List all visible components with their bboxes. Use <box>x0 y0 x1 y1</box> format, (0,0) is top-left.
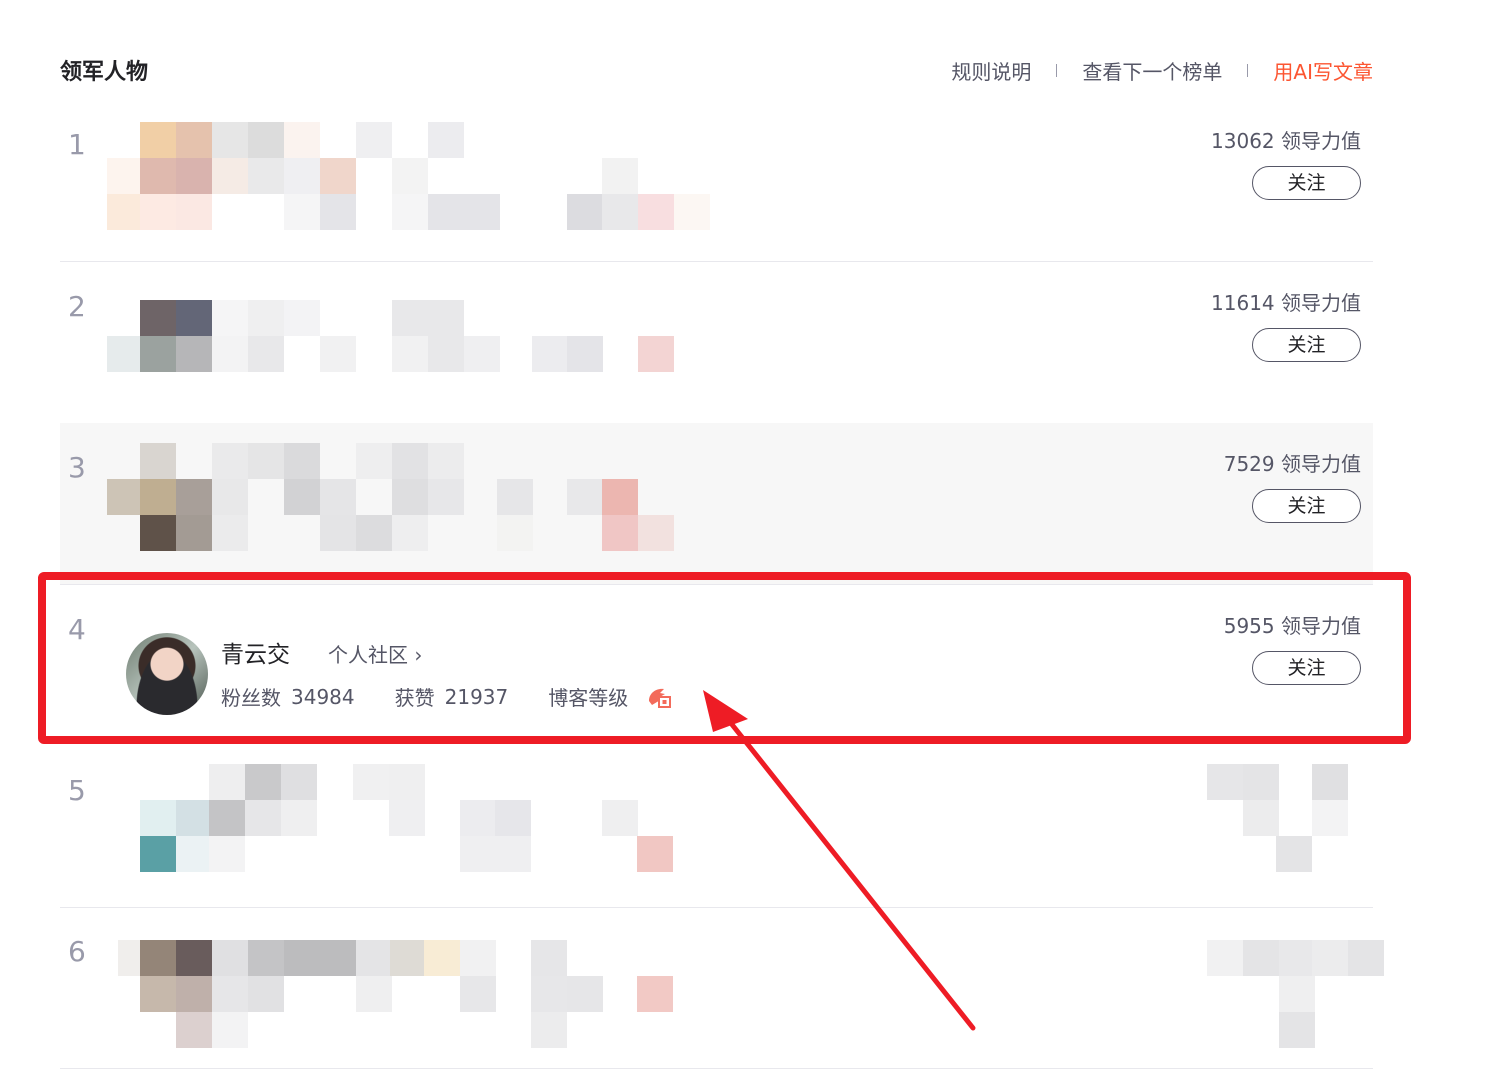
avatar[interactable] <box>126 633 208 715</box>
fans-count: 34984 <box>291 684 355 709</box>
follow-button[interactable]: 关注 <box>1252 651 1361 685</box>
ranking-row: 5 <box>60 746 1373 908</box>
blog-level-label: 博客等级 <box>548 686 629 710</box>
rules-link[interactable]: 规则说明 <box>951 56 1031 85</box>
user-name[interactable]: 青云交 <box>221 635 290 669</box>
likes-label: 获赞 <box>394 686 435 710</box>
follow-button[interactable]: 关注 <box>1252 328 1361 362</box>
leadership-score: 13062 领导力值 <box>1211 129 1361 153</box>
leadership-score: 5955 领导力值 <box>1223 614 1361 638</box>
rank-number: 4 <box>68 613 86 646</box>
divider <box>1247 64 1249 77</box>
personal-community-link[interactable]: 个人社区 › <box>328 639 422 668</box>
ranking-row: 3 7529 领导力值 关注 <box>60 423 1373 585</box>
rank-number: 5 <box>68 774 86 807</box>
blog-level-icon <box>646 685 672 709</box>
next-list-link[interactable]: 查看下一个榜单 <box>1082 56 1222 85</box>
ai-write-link[interactable]: 用AI写文章 <box>1273 56 1373 85</box>
ranking-row: 1 13062 领导力值 关注 <box>60 100 1373 262</box>
rank-number: 3 <box>68 451 86 484</box>
fans-label: 粉丝数 <box>221 686 281 710</box>
ranking-row: 6 <box>60 907 1384 1069</box>
page-title: 领军人物 <box>60 60 149 85</box>
ranking-row: 2 11614 领导力值 关注 <box>60 262 1373 424</box>
divider <box>1056 64 1058 77</box>
rank-number: 6 <box>68 935 86 968</box>
follow-button[interactable]: 关注 <box>1252 166 1361 200</box>
rank-number: 1 <box>68 128 86 161</box>
user-stats: 粉丝数 34984 获赞 21937 博客等级 <box>221 682 672 711</box>
likes-count: 21937 <box>444 684 509 709</box>
follow-button[interactable]: 关注 <box>1252 489 1361 523</box>
leadership-score: 7529 领导力值 <box>1223 452 1361 476</box>
leadership-score: 11614 领导力值 <box>1211 291 1361 315</box>
header-links: 规则说明 查看下一个榜单 用AI写文章 <box>951 56 1373 85</box>
rank-number: 2 <box>68 290 86 323</box>
ranking-row-highlighted: 4 青云交 个人社区 › 粉丝数 34984 获赞 21937 博客等级 595… <box>60 585 1373 746</box>
